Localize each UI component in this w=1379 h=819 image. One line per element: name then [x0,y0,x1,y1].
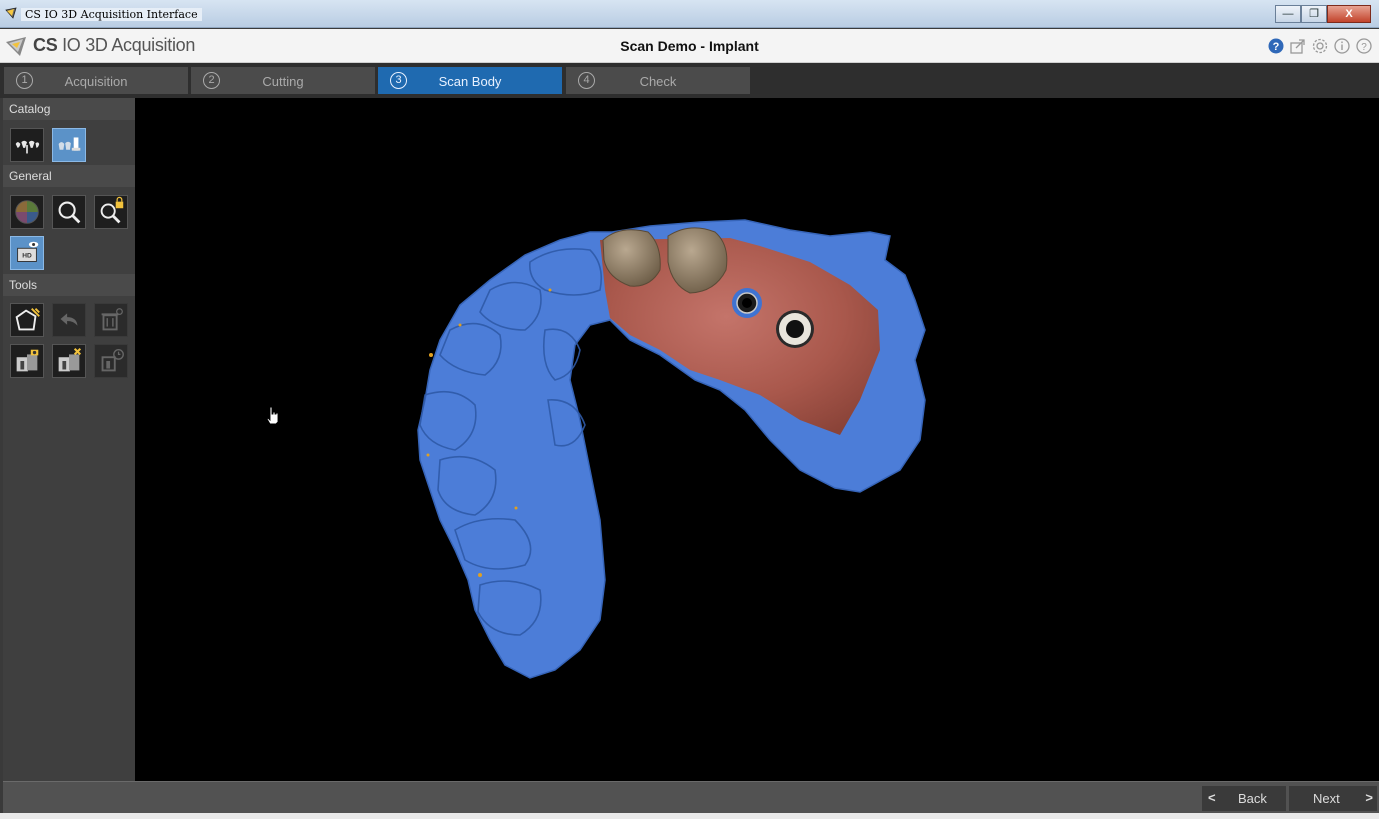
navigation-bar: < Back Next > [3,781,1379,813]
delete-icon [101,308,123,331]
svg-text:?: ? [1361,42,1367,53]
polygon-cut-icon [15,308,40,331]
step-label: Scan Body [438,74,502,89]
step-label: Cutting [262,74,304,89]
workflow-steps: 1 Acquisition 2 Cutting 3 Scan Body 4 Ch… [0,63,1379,98]
chevron-left-icon: < [1208,790,1216,805]
step-scan-body[interactable]: 3 Scan Body [378,67,562,94]
zoom-lock-button[interactable] [94,195,128,229]
svg-text:?: ? [1273,41,1280,53]
step-check[interactable]: 4 Check [566,67,750,94]
back-label: Back [1238,791,1267,806]
back-button[interactable]: < Back [1202,786,1286,811]
dental-arch-scan [417,219,926,679]
header-icons: ? ? [1267,37,1373,55]
zoom-fit-icon [58,201,81,224]
remove-capture-button[interactable] [52,344,86,378]
remove-capture-icon [58,348,82,372]
chevron-right-icon: > [1365,790,1373,805]
scan-body-catalog-button[interactable] [52,128,86,162]
color-toggle-button[interactable] [10,195,44,229]
zoom-fit-button[interactable] [52,195,86,229]
undo-icon [60,313,78,326]
step-label: Check [639,74,677,89]
hd-view-button[interactable]: HD [10,236,44,270]
close-button[interactable]: X [1327,5,1371,23]
catalog-header: Catalog [3,98,135,120]
app-window: CS IO 3D Acquisition Interface — ❐ X CS … [0,0,1379,819]
info-icon[interactable] [1333,37,1351,55]
history-button[interactable] [94,344,128,378]
app-icon [5,7,17,19]
next-label: Next [1313,791,1340,806]
arch-view-icon [15,140,40,154]
color-wheel-icon [15,200,39,224]
next-button[interactable]: Next > [1289,786,1377,811]
tools-header: Tools [3,274,135,296]
scan-viewport[interactable] [135,98,1379,781]
restore-button[interactable]: ❐ [1301,5,1327,23]
minimize-button[interactable]: — [1275,5,1301,23]
app-header: CS IO 3D Acquisition Scan Demo - Implant… [0,29,1379,63]
document-title: Scan Demo - Implant [620,38,759,54]
zoom-lock-icon [100,196,124,224]
step-label: Acquisition [64,74,128,89]
step-acquisition[interactable]: 1 Acquisition [4,67,188,94]
capture-button[interactable] [10,344,44,378]
export-icon[interactable] [1289,37,1307,55]
scan-body-catalog-icon [58,137,81,151]
svg-text:HD: HD [22,253,32,260]
status-strip [0,813,1379,819]
hand-cursor-icon [266,406,279,424]
window-title: CS IO 3D Acquisition Interface [21,8,202,21]
undo-button[interactable] [52,303,86,337]
step-cutting[interactable]: 2 Cutting [191,67,375,94]
hd-view-icon: HD [17,241,39,262]
settings-icon[interactable] [1311,37,1329,55]
history-icon [101,349,124,372]
question-icon[interactable]: ? [1355,37,1373,55]
delete-button[interactable] [94,303,128,337]
general-header: General [3,165,135,187]
capture-icon [16,349,39,372]
polygon-cut-button[interactable] [10,303,44,337]
window-titlebar: CS IO 3D Acquisition Interface — ❐ X [0,0,1379,28]
help-icon[interactable]: ? [1267,37,1285,55]
tool-panel: Catalog General HD Tools [3,98,135,781]
window-controls: — ❐ X [1275,5,1371,23]
arch-view-button[interactable] [10,128,44,162]
